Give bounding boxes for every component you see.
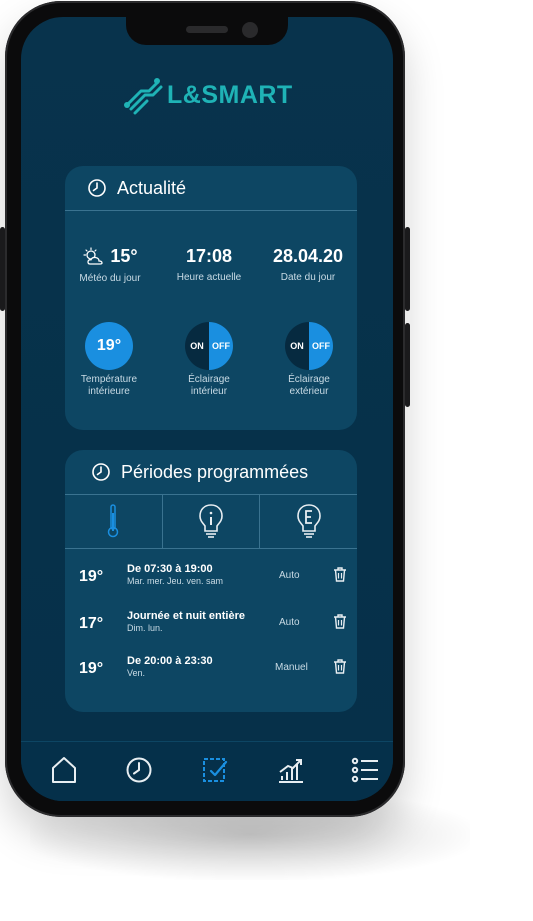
period-temp: 17° — [79, 615, 104, 632]
side-button-right-2 — [405, 323, 410, 407]
outdoor-light-on[interactable]: ON — [285, 322, 309, 370]
period-title: De 07:30 à 19:00 — [127, 563, 213, 575]
date-label: Date du jour — [280, 272, 336, 283]
home-icon[interactable] — [51, 756, 77, 784]
side-button-left — [0, 227, 5, 311]
speaker — [186, 26, 228, 33]
period-temp: 19° — [79, 568, 104, 585]
schedule-check-icon[interactable] — [201, 756, 229, 784]
camera — [242, 22, 258, 38]
period-row[interactable]: 19° De 20:00 à 23:30 Ven. Manuel — [65, 652, 357, 692]
weather-value: 15° — [110, 246, 138, 266]
app-screen: L&SMART Actualité 15° Météo du jour 17:0… — [21, 17, 393, 801]
period-mode: Auto — [279, 570, 300, 581]
periodes-card: Périodes programmées 19° De 07:30 à 19:0… — [65, 450, 357, 712]
period-mode: Manuel — [275, 662, 308, 673]
time-label: Heure actuelle — [176, 272, 242, 283]
chart-icon[interactable] — [277, 756, 305, 784]
periodes-title: Périodes programmées — [121, 461, 309, 482]
bottom-nav — [21, 741, 393, 801]
weather-label: Météo du jour — [79, 273, 141, 284]
partly-cloudy-icon — [83, 246, 104, 265]
period-title: De 20:00 à 23:30 — [127, 655, 213, 667]
indoor-temp-button[interactable]: 19° — [85, 322, 133, 370]
period-days: Ven. — [127, 668, 146, 678]
tab-exterior-light[interactable] — [259, 494, 357, 548]
indoor-light-label: Éclairage intérieur — [188, 374, 230, 397]
weather-block: 15° Météo du jour — [65, 246, 155, 284]
time-value: 17:08 — [185, 246, 233, 266]
periodes-tabs — [65, 494, 357, 549]
tab-interior-light[interactable] — [161, 494, 260, 548]
indoor-light-off[interactable]: OFF — [209, 322, 233, 370]
time-block: 17:08 Heure actuelle — [164, 246, 254, 283]
actualite-title: Actualité — [117, 177, 187, 198]
trash-icon[interactable] — [333, 566, 347, 582]
date-block: 28.04.20 Date du jour — [263, 246, 353, 283]
side-button-right-1 — [405, 227, 410, 311]
logo-icon — [124, 78, 163, 115]
period-title: Journée et nuit entière — [127, 610, 245, 622]
bulb-interior-icon — [199, 504, 223, 538]
period-days: Dim. lun. — [127, 623, 163, 633]
period-temp: 19° — [79, 660, 104, 677]
indoor-light-on[interactable]: ON — [185, 322, 209, 370]
tab-temperature[interactable] — [65, 494, 162, 548]
trash-icon[interactable] — [333, 658, 347, 674]
period-row[interactable]: 17° Journée et nuit entière Dim. lun. Au… — [65, 607, 357, 647]
outdoor-light-toggle[interactable]: ON OFF — [285, 322, 333, 370]
outdoor-light-label: Éclairage extérieur — [288, 374, 330, 397]
period-mode: Auto — [279, 617, 300, 628]
menu-list-icon[interactable] — [351, 756, 379, 784]
period-days: Mar. mer. Jeu. ven. sam — [127, 576, 224, 586]
trash-icon[interactable] — [333, 613, 347, 629]
actualite-card: Actualité 15° Météo du jour 17:08 Heure … — [65, 166, 357, 430]
clock-icon — [92, 463, 110, 481]
brand-logo: L&SMART — [123, 75, 293, 115]
periodes-header: Périodes programmées — [65, 450, 357, 495]
period-row[interactable]: 19° De 07:30 à 19:00 Mar. mer. Jeu. ven.… — [65, 560, 357, 600]
clock-icon[interactable] — [125, 756, 153, 784]
indoor-light-toggle[interactable]: ON OFF — [185, 322, 233, 370]
bulb-exterior-icon — [296, 504, 321, 538]
clock-icon — [88, 179, 106, 197]
actualite-header: Actualité — [65, 166, 357, 211]
brand-name: L&SMART — [167, 81, 293, 109]
thermometer-icon — [108, 504, 119, 538]
date-value: 28.04.20 — [272, 246, 344, 266]
indoor-temp-label: Température intérieure — [80, 374, 138, 397]
phone-frame: L&SMART Actualité 15° Météo du jour 17:0… — [0, 1, 410, 817]
outdoor-light-off[interactable]: OFF — [309, 322, 333, 370]
notch — [126, 17, 288, 45]
